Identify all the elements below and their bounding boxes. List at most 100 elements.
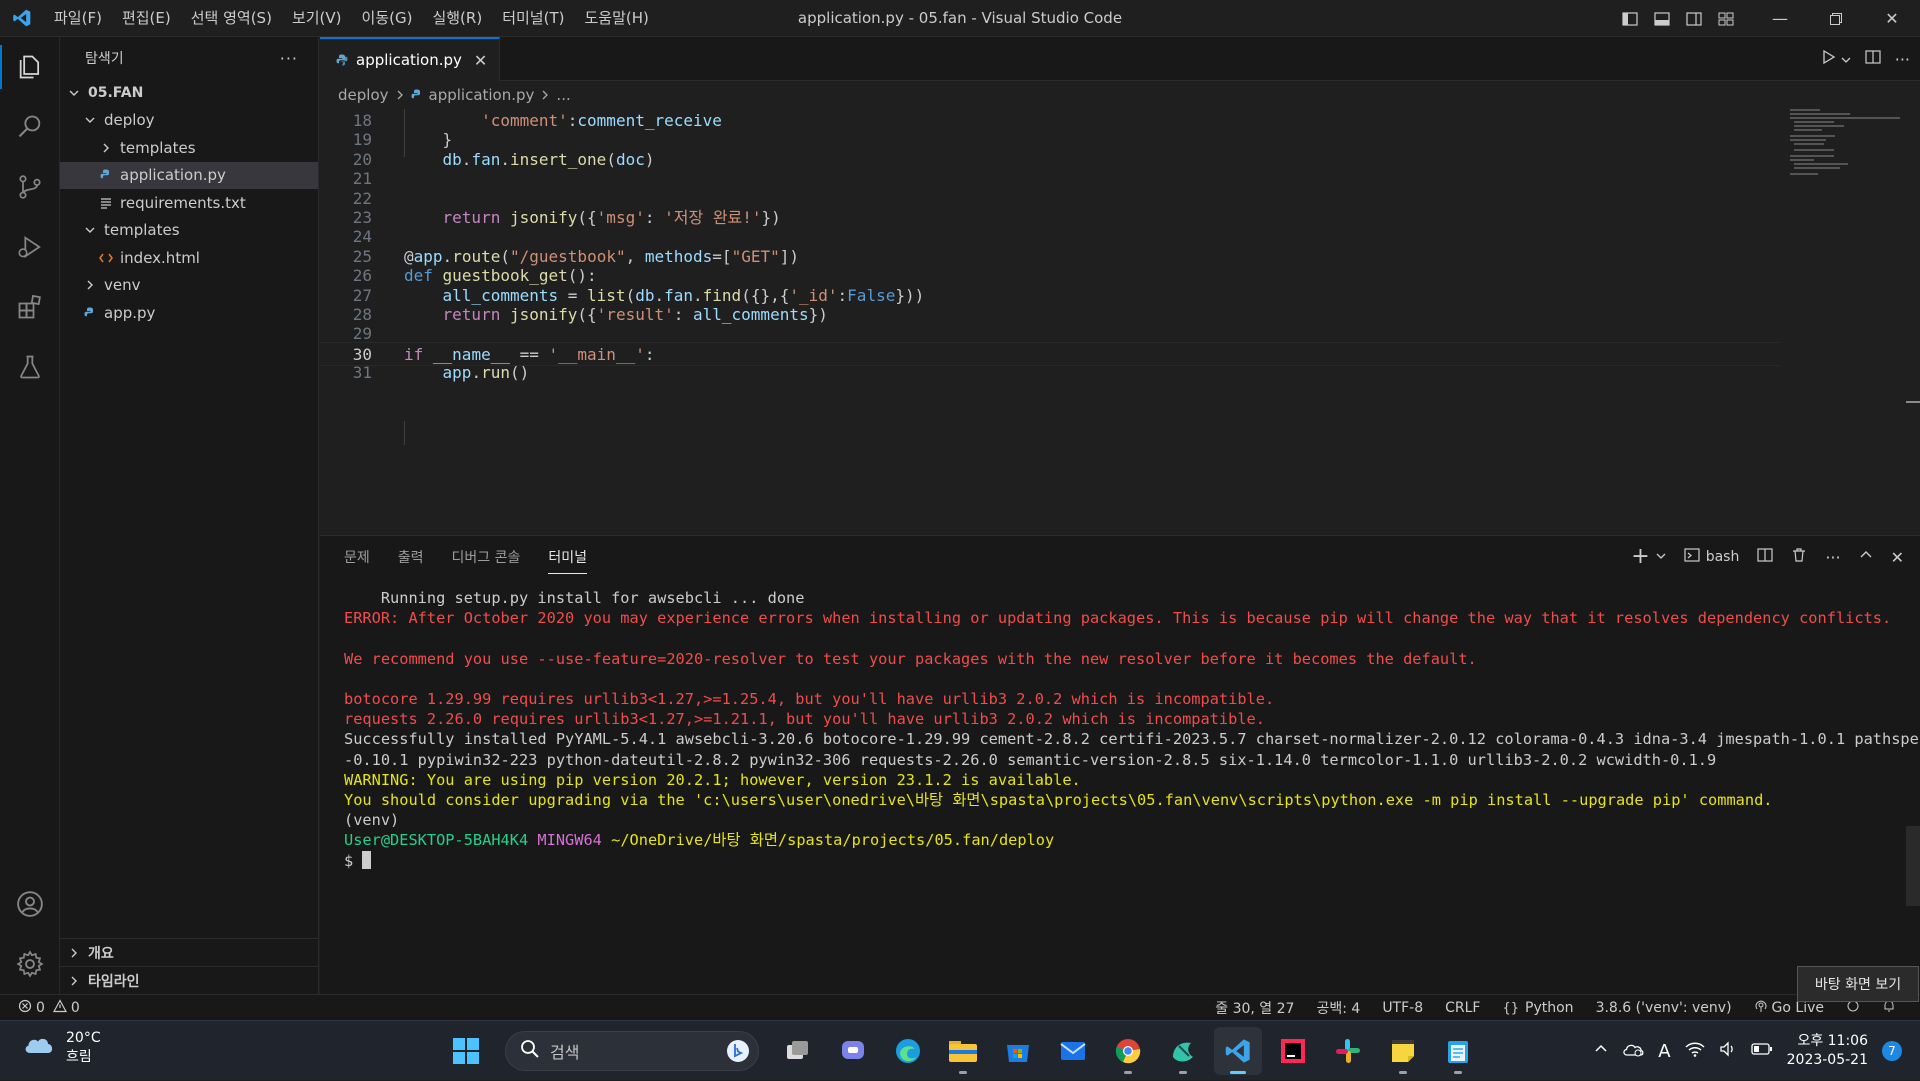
code-line[interactable]: 31 app.run() [320,361,1780,385]
editor-more-actions-icon[interactable]: ··· [1895,50,1910,69]
encoding-status[interactable]: UTF-8 [1382,1000,1423,1016]
python-file-icon [336,54,348,66]
outline-section[interactable]: 개요 [60,938,319,966]
eol-status[interactable]: CRLF [1445,1000,1480,1016]
input-method-icon[interactable]: A [1658,1041,1670,1062]
terminal-dropdown-chevron-icon[interactable] [1656,549,1666,565]
maximize-panel-chevron-up-icon[interactable] [1859,548,1873,566]
terminal-scrollbar[interactable] [1906,826,1920,906]
tab-problems[interactable]: 문제 [344,547,370,567]
volume-icon[interactable] [1719,1041,1737,1061]
minimap[interactable] [1790,109,1902,179]
notification-count-badge[interactable]: 7 [1882,1041,1902,1061]
tree-folder[interactable]: deploy [60,107,318,135]
teams-chat-icon[interactable] [829,1027,877,1075]
tree-file[interactable]: requirements.txt [60,189,318,217]
file-explorer-icon[interactable] [939,1027,987,1075]
editor-scrollbar[interactable] [1906,109,1920,534]
timeline-section[interactable]: 타임라인 [60,966,319,994]
extensions-icon[interactable] [0,277,60,337]
braces-icon: {} [1502,1000,1520,1016]
menu-item[interactable]: 터미널(T) [492,0,574,37]
windows-start-icon[interactable] [442,1027,490,1075]
cursor-position[interactable]: 줄 30, 열 27 [1215,998,1294,1018]
menu-item[interactable]: 편집(E) [112,0,181,37]
wifi-icon[interactable] [1685,1041,1705,1061]
terminal-input-line[interactable]: $ [344,850,1904,871]
source-control-icon[interactable] [0,157,60,217]
manage-gear-icon[interactable] [0,934,60,994]
edge-browser-icon[interactable] [884,1027,932,1075]
breadcrumb-folder[interactable]: deploy [338,86,389,104]
language-mode[interactable]: {} Python [1502,1000,1573,1016]
tab-application-py[interactable]: application.py ✕ [320,37,501,81]
explorer-icon[interactable] [0,37,60,97]
breadcrumb-file[interactable]: application.py [429,86,535,104]
battery-icon[interactable] [1750,1042,1773,1060]
timeline-label: 타임라인 [88,973,140,990]
explorer-more-actions-icon[interactable]: ··· [280,49,298,68]
chevron-right-icon [98,140,114,156]
minimize-button[interactable]: — [1752,0,1808,37]
workspace-root-folder[interactable]: 05.FAN [60,79,318,107]
customize-layout-icon[interactable] [1710,0,1742,37]
menu-item[interactable]: 이동(G) [352,0,423,37]
tree-folder[interactable]: venv [60,272,318,300]
chevron-down-icon [82,222,98,238]
close-panel-icon[interactable]: ✕ [1891,548,1904,567]
menu-item[interactable]: 파일(F) [44,0,112,37]
tree-file[interactable]: application.py [60,161,318,189]
run-python-file-icon[interactable] [1821,49,1837,69]
pycharm-like-app-icon[interactable] [1159,1027,1207,1075]
terminal-output[interactable]: Running setup.py install for awsebcli ..… [344,588,1920,871]
run-debug-icon[interactable] [0,217,60,277]
system-clock[interactable]: 오후 11:06 2023-05-21 [1787,1032,1868,1070]
tab-output[interactable]: 출력 [398,547,424,567]
notepad-icon[interactable] [1434,1027,1482,1075]
tree-folder[interactable]: templates [60,217,318,245]
menu-item[interactable]: 선택 영역(S) [181,0,282,37]
menu-item[interactable]: 도움말(H) [574,0,658,37]
tree-file[interactable]: app.py [60,299,318,327]
search-icon[interactable] [0,97,60,157]
menu-item[interactable]: 보기(V) [282,0,352,37]
new-terminal-plus-icon[interactable]: + [1631,546,1649,568]
split-terminal-icon[interactable] [1757,547,1773,567]
tab-terminal[interactable]: 터미널 [548,547,588,574]
code-editor[interactable]: 18 'comment':comment_receive 19 } 20 db.fa… [320,109,1920,534]
intellij-icon[interactable] [1269,1027,1317,1075]
chrome-icon[interactable] [1104,1027,1152,1075]
toggle-panel-icon[interactable] [1646,0,1678,37]
sticky-notes-icon[interactable] [1379,1027,1427,1075]
microsoft-store-icon[interactable] [994,1027,1042,1075]
menu-item[interactable]: 실행(R) [422,0,492,37]
show-hidden-icons-chevron-up-icon[interactable] [1594,1042,1608,1060]
tab-debug-console[interactable]: 디버그 콘솔 [452,547,521,567]
run-dropdown-chevron-icon[interactable] [1841,50,1851,69]
problems-status[interactable]: 0 0 [0,998,80,1017]
taskbar-apps: 검색 [442,1027,1482,1075]
close-tab-icon[interactable]: ✕ [474,51,487,70]
terminal-shell-selector[interactable]: bash [1684,547,1739,567]
tree-folder[interactable]: templates [60,134,318,162]
slack-icon[interactable] [1324,1027,1372,1075]
python-interpreter[interactable]: 3.8.6 ('venv': venv) [1596,1000,1732,1016]
close-window-button[interactable]: ✕ [1864,0,1920,37]
panel-more-actions-icon[interactable]: ··· [1825,548,1840,567]
restore-button[interactable] [1808,0,1864,37]
testing-flask-icon[interactable] [0,337,60,397]
split-editor-icon[interactable] [1865,49,1881,69]
accounts-icon[interactable] [0,874,60,934]
toggle-primary-sidebar-icon[interactable] [1614,0,1646,37]
taskbar-search-box[interactable]: 검색 [505,1031,759,1071]
toggle-secondary-sidebar-icon[interactable] [1678,0,1710,37]
onedrive-sync-icon[interactable] [1622,1041,1644,1061]
vscode-taskbar-icon[interactable] [1214,1027,1262,1075]
kill-terminal-trash-icon[interactable] [1791,547,1807,567]
indentation-status[interactable]: 공백: 4 [1316,998,1360,1018]
tree-file[interactable]: index.html [60,244,318,272]
task-view-icon[interactable] [774,1027,822,1075]
weather-widget[interactable]: 20°C 흐림 [22,1029,101,1067]
mail-icon[interactable] [1049,1027,1097,1075]
breadcrumb-symbol[interactable]: ... [556,86,570,104]
